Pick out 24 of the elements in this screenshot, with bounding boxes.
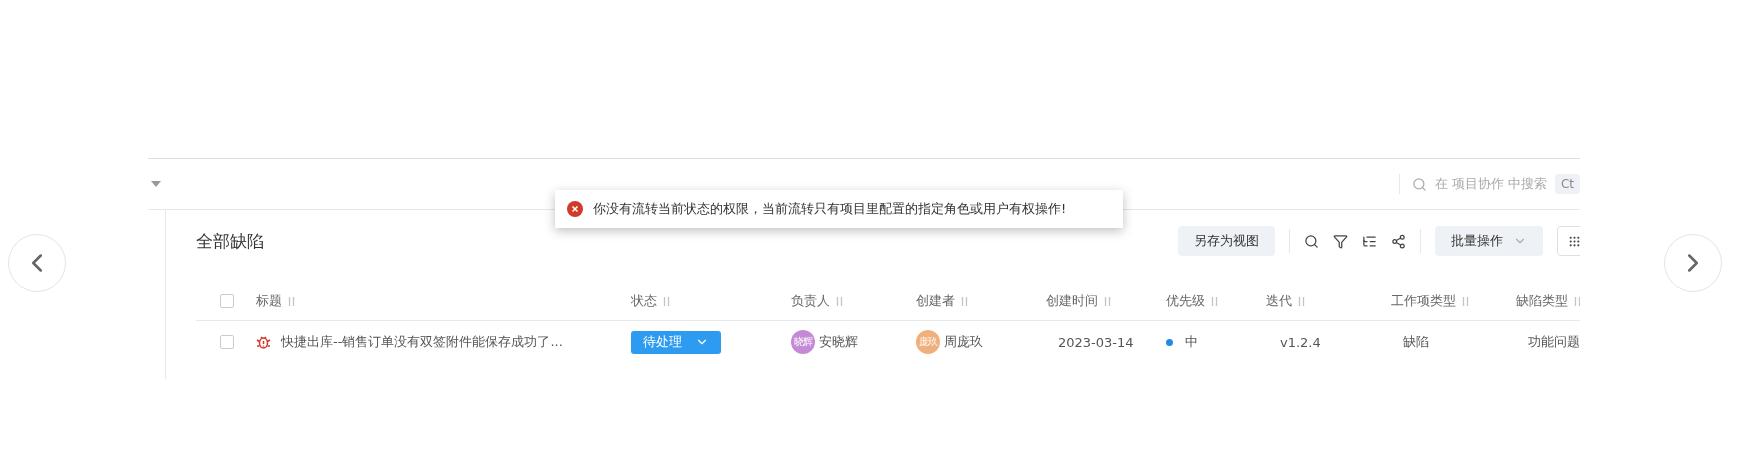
column-header: 优先级 (1166, 292, 1205, 310)
shortcut-key: Ct (1554, 174, 1580, 194)
view-title: 全部缺陷 (196, 229, 264, 253)
avatar: 晓辉 (791, 330, 815, 354)
column-header: 创建者 (916, 292, 955, 310)
date-cell-text: 2023-03-14 (1057, 334, 1135, 350)
column-header: 工作项类型 (1391, 292, 1456, 310)
type-cell-text: 缺陷 (1402, 333, 1430, 351)
column-header: 标题 (256, 292, 282, 310)
defect-type-cell-text: 功能问题 (1527, 333, 1580, 351)
avatar: 庞玖 (916, 330, 940, 354)
toast-message: 你没有流转当前状态的权限，当前流转只有项目里配置的指定角色或用户有权操作! (593, 200, 1067, 218)
assignee-name: 安晓辉 (819, 333, 858, 351)
column-header: 负责人 (791, 292, 830, 310)
column-header: 创建时间 (1046, 292, 1098, 310)
column-header: 迭代 (1266, 292, 1292, 310)
priority-label: 中 (1185, 333, 1198, 351)
save-view-button[interactable]: 另存为视图 (1178, 226, 1275, 256)
column-header: 状态 (631, 292, 657, 310)
creator-name: 周庞玖 (944, 333, 983, 351)
iteration-cell-text: v1.2.4 (1279, 334, 1322, 350)
issue-title[interactable]: 快捷出库--销售订单没有双签附件能保存成功了... (281, 333, 563, 351)
batch-button[interactable]: 批量操作 (1435, 226, 1543, 256)
column-header: 缺陷类型 (1516, 292, 1568, 310)
